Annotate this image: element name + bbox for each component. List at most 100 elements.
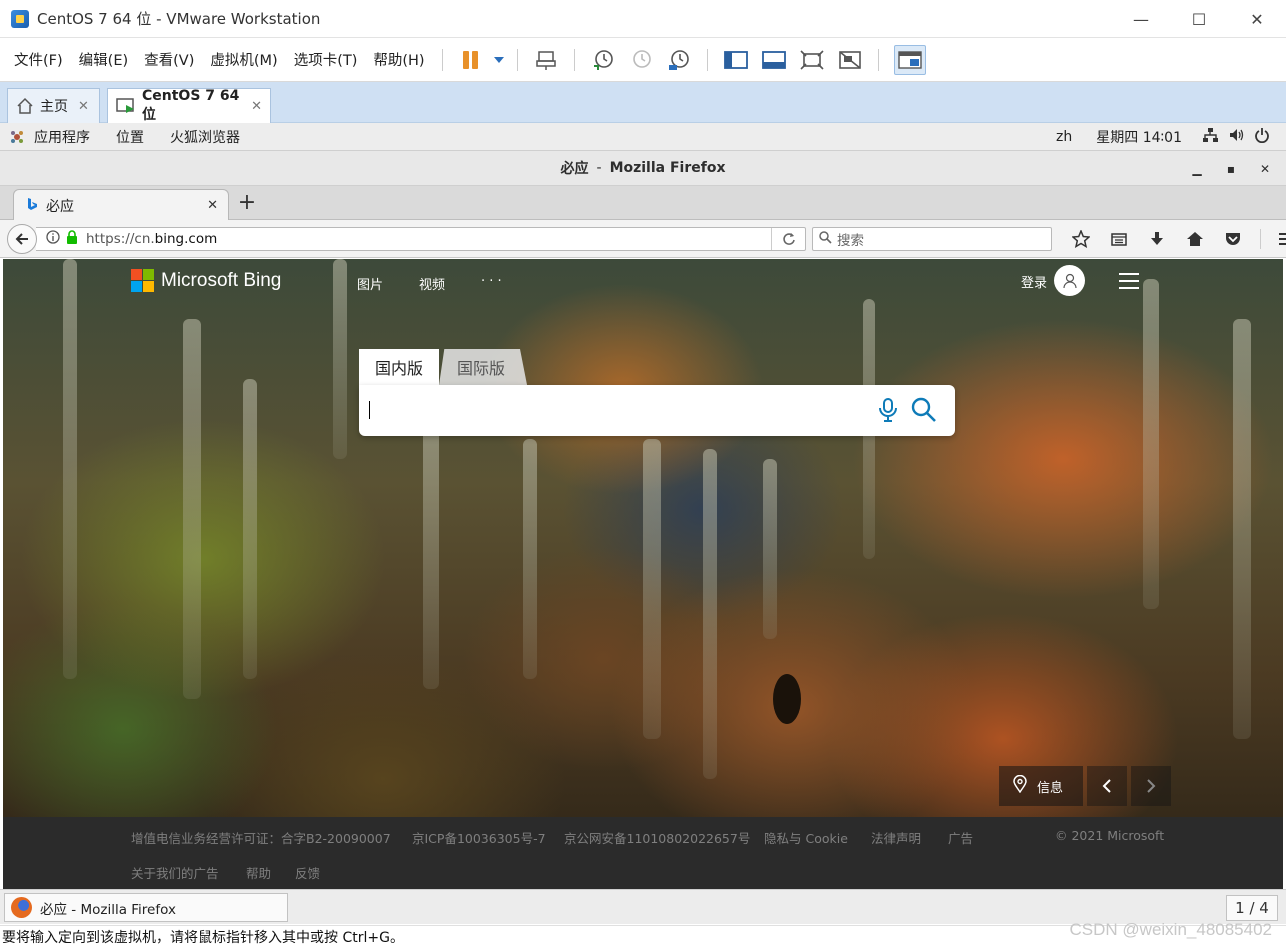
tab-international[interactable]: 国际版 xyxy=(439,349,528,385)
tab-domestic[interactable]: 国内版 xyxy=(359,349,440,385)
footer-privacy[interactable]: 隐私与 Cookie xyxy=(764,828,848,847)
console-view-icon[interactable] xyxy=(893,44,926,75)
background-moss xyxy=(703,449,717,779)
home-icon[interactable] xyxy=(1176,229,1214,249)
menu-vm[interactable]: 虚拟机(M) xyxy=(202,49,285,70)
pocket-icon[interactable] xyxy=(1214,229,1252,249)
taskbar-item-label: 必应 - Mozilla Firefox xyxy=(40,901,176,918)
login-link[interactable]: 登录 xyxy=(1021,272,1047,291)
tab-centos-label: CentOS 7 64 位 xyxy=(142,88,240,123)
footer-copyright: © 2021 Microsoft xyxy=(1055,828,1165,843)
workspace-switcher[interactable]: 1 / 4 xyxy=(1226,895,1278,921)
ff-close-button[interactable]: ✕ xyxy=(1248,162,1282,176)
nav-videos[interactable]: 视频 xyxy=(419,274,445,293)
menu-edit[interactable]: 编辑(E) xyxy=(71,49,136,70)
firefox-window-title: 必应 - Mozilla Firefox ▁ ▪ ✕ xyxy=(0,151,1286,186)
new-tab-button[interactable]: + xyxy=(236,190,258,216)
pause-icon[interactable] xyxy=(458,47,484,73)
vmware-tab-strip: 主页 ✕ CentOS 7 64 位 ✕ xyxy=(0,82,1286,123)
close-button[interactable]: ✕ xyxy=(1228,0,1286,38)
back-button[interactable] xyxy=(7,224,37,254)
firefox-tab-strip: 必应 ✕ + xyxy=(0,186,1286,221)
url-text: https://cn.bing.com xyxy=(86,231,218,247)
bing-search-box xyxy=(359,385,955,436)
gnome-menu-firefox[interactable]: 火狐浏览器 xyxy=(160,127,250,147)
close-icon[interactable]: ✕ xyxy=(207,198,218,213)
menu-view[interactable]: 查看(V) xyxy=(136,49,202,70)
url-bar[interactable]: https://cn.bing.com xyxy=(36,227,806,251)
close-icon[interactable]: ✕ xyxy=(78,99,89,114)
footer-about-ads[interactable]: 关于我们的广告 xyxy=(131,863,219,882)
tab-bing-label: 必应 xyxy=(46,198,74,215)
ff-maximize-button[interactable]: ▪ xyxy=(1214,162,1248,176)
tab-home-label: 主页 xyxy=(40,99,68,115)
network-icon[interactable] xyxy=(1202,127,1218,147)
library-view-icon[interactable] xyxy=(723,47,749,73)
footer-icp[interactable]: 京ICP备10036305号-7 xyxy=(412,828,546,847)
footer-ads[interactable]: 广告 xyxy=(948,828,973,847)
vmware-menubar: 文件(F) 编辑(E) 查看(V) 虚拟机(M) 选项卡(T) 帮助(H) xyxy=(0,38,1286,82)
search-icon[interactable] xyxy=(911,397,937,427)
footer-help[interactable]: 帮助 xyxy=(246,863,271,882)
reload-icon[interactable] xyxy=(771,228,805,250)
bing-search-input[interactable] xyxy=(369,397,859,423)
fullscreen-icon[interactable] xyxy=(799,47,825,73)
chevron-left-icon xyxy=(1102,779,1111,793)
tab-centos[interactable]: CentOS 7 64 位 ✕ xyxy=(107,88,271,123)
image-info-button[interactable]: 信息 xyxy=(999,766,1083,806)
unity-view-icon[interactable] xyxy=(837,47,863,73)
gnome-menu-applications[interactable]: 应用程序 xyxy=(26,127,100,147)
next-image-button[interactable] xyxy=(1131,766,1171,806)
downloads-icon[interactable] xyxy=(1138,229,1176,249)
ff-minimize-button[interactable]: ▁ xyxy=(1180,162,1214,176)
window-title: CentOS 7 64 位 - VMware Workstation xyxy=(37,10,321,28)
snapshot-icon[interactable] xyxy=(590,47,616,73)
power-icon[interactable] xyxy=(1254,127,1270,147)
footer-police[interactable]: 京公网安备11010802022657号 xyxy=(564,828,750,847)
bing-footer: 增值电信业务经营许可证：合字B2-20090007 京ICP备10036305号… xyxy=(3,817,1283,889)
menu-file[interactable]: 文件(F) xyxy=(6,49,71,70)
search-placeholder: 搜索 xyxy=(837,233,864,249)
previous-image-button[interactable] xyxy=(1087,766,1127,806)
close-icon[interactable]: ✕ xyxy=(251,99,262,114)
snapshot-manager-icon[interactable] xyxy=(666,47,692,73)
nav-images[interactable]: 图片 xyxy=(357,274,383,293)
bookmarks-menu-icon[interactable] xyxy=(1100,229,1138,249)
image-info-label: 信息 xyxy=(1037,780,1064,796)
thumbnail-view-icon[interactable] xyxy=(761,47,787,73)
footer-license[interactable]: 增值电信业务经营许可证：合字B2-20090007 xyxy=(131,828,391,847)
clock[interactable]: 星期四 14∶01 xyxy=(1096,127,1182,147)
location-pin-icon xyxy=(1013,774,1027,797)
background-moss xyxy=(183,319,201,699)
microphone-icon[interactable] xyxy=(877,397,899,427)
maximize-button[interactable]: ☐ xyxy=(1170,0,1228,38)
bookmark-star-icon[interactable] xyxy=(1062,229,1100,249)
back-arrow-icon xyxy=(15,233,28,245)
tab-home[interactable]: 主页 ✕ xyxy=(7,88,100,123)
gnome-menu-places[interactable]: 位置 xyxy=(106,127,154,147)
menu-tabs[interactable]: 选项卡(T) xyxy=(286,49,366,70)
lock-icon xyxy=(66,230,78,248)
nav-more[interactable]: · · · xyxy=(481,274,502,289)
firefox-icon xyxy=(11,897,32,918)
bing-logo[interactable]: Microsoft Bing xyxy=(131,269,281,292)
taskbar-firefox-window[interactable]: 必应 - Mozilla Firefox xyxy=(4,893,288,922)
user-avatar-icon[interactable] xyxy=(1054,265,1085,296)
bing-logo-text: Microsoft Bing xyxy=(161,269,282,291)
search-bar[interactable]: 搜索 xyxy=(812,227,1052,251)
minimize-button[interactable]: — xyxy=(1112,0,1170,38)
footer-feedback[interactable]: 反馈 xyxy=(295,863,320,882)
bing-menu-icon[interactable] xyxy=(1119,273,1139,294)
info-icon[interactable] xyxy=(46,230,60,248)
tree-hollow xyxy=(773,674,801,724)
background-moss xyxy=(423,429,439,689)
volume-icon[interactable] xyxy=(1228,127,1244,147)
separator xyxy=(1252,229,1268,249)
input-language[interactable]: zh xyxy=(1056,129,1072,145)
send-ctrl-alt-del-icon[interactable] xyxy=(533,47,559,73)
menu-help[interactable]: 帮助(H) xyxy=(365,49,432,70)
pause-dropdown-icon[interactable] xyxy=(492,47,506,73)
hamburger-menu-icon[interactable] xyxy=(1268,229,1286,249)
footer-legal[interactable]: 法律声明 xyxy=(871,828,921,847)
tab-bing[interactable]: 必应 ✕ xyxy=(13,189,229,221)
